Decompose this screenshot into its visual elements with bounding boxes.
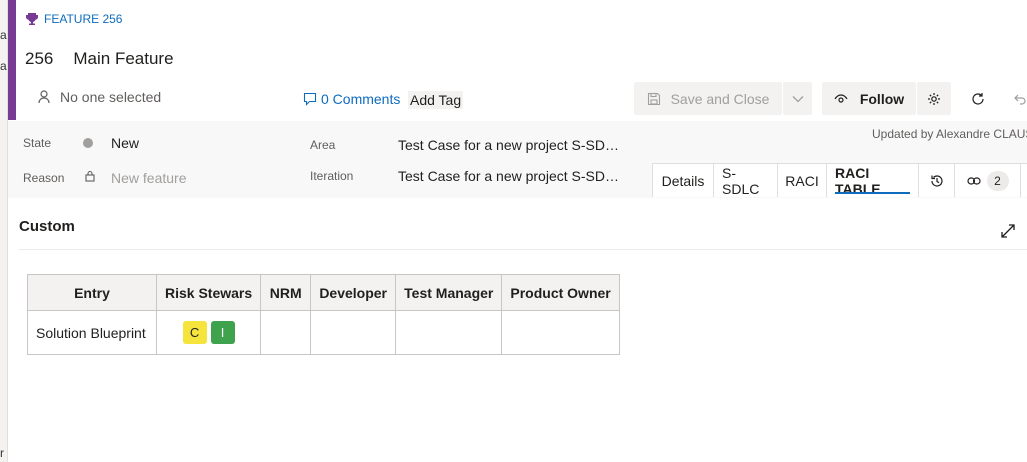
tab-history[interactable] bbox=[918, 163, 954, 197]
risk-stewars-cell[interactable]: CI bbox=[155, 310, 262, 355]
refresh-button[interactable] bbox=[963, 82, 993, 115]
tab-bar: Details S-SDLC RACI RACI TABLE 2 bbox=[652, 163, 1027, 197]
add-tag-button[interactable]: Add Tag bbox=[408, 91, 464, 109]
work-item-type-label: FEATURE 256 bbox=[44, 12, 123, 26]
background-text: a bbox=[0, 59, 7, 73]
follow-label: Follow bbox=[859, 90, 905, 107]
raci-chip-consulted[interactable]: C bbox=[182, 321, 207, 344]
product-owner-cell[interactable] bbox=[501, 310, 620, 355]
save-icon bbox=[647, 92, 660, 105]
tab-details[interactable]: Details bbox=[652, 163, 713, 197]
reason-field: New feature bbox=[111, 170, 187, 186]
work-item-header: FEATURE 256 256 Main Feature No one sele… bbox=[16, 0, 1027, 121]
left-background-strip: a a r bbox=[0, 0, 8, 462]
trophy-icon bbox=[26, 13, 38, 25]
tab-s-sdlc[interactable]: S-SDLC bbox=[713, 163, 777, 197]
developer-cell[interactable] bbox=[310, 310, 397, 355]
column-header-test-manager: Test Manager bbox=[395, 274, 503, 311]
column-header-product-owner: Product Owner bbox=[501, 274, 620, 311]
iteration-field[interactable]: Test Case for a new project S-SD… bbox=[398, 168, 619, 184]
assignee-picker[interactable]: No one selected bbox=[38, 89, 161, 105]
area-label: Area bbox=[310, 138, 336, 152]
tab-overflow[interactable] bbox=[1020, 163, 1027, 197]
undo-icon bbox=[1014, 94, 1026, 105]
refresh-icon bbox=[972, 92, 984, 105]
lock-icon bbox=[85, 170, 95, 182]
raci-chip-informed[interactable]: I bbox=[210, 321, 235, 344]
iteration-label: Iteration bbox=[310, 169, 354, 183]
chevron-down-icon bbox=[792, 95, 803, 102]
links-count-badge: 2 bbox=[986, 170, 1009, 191]
work-item-type-accent-bar bbox=[8, 0, 16, 120]
tab-links[interactable]: 2 bbox=[954, 163, 1020, 197]
follow-button[interactable]: Follow bbox=[822, 82, 916, 115]
save-options-dropdown[interactable] bbox=[783, 82, 812, 115]
background-text: r bbox=[0, 446, 4, 460]
section-title: Custom bbox=[19, 218, 75, 235]
reason-label: Reason bbox=[23, 171, 65, 185]
link-icon bbox=[966, 176, 981, 185]
tab-raci[interactable]: RACI bbox=[777, 163, 826, 197]
column-header-developer: Developer bbox=[310, 274, 397, 311]
title-row: 256 Main Feature bbox=[25, 49, 174, 69]
expand-icon[interactable] bbox=[1000, 223, 1016, 239]
nrm-cell[interactable] bbox=[260, 310, 312, 355]
column-header-entry: Entry bbox=[27, 274, 157, 311]
test-manager-cell[interactable] bbox=[395, 310, 503, 355]
area-field[interactable]: Test Case for a new project S-SD… bbox=[398, 137, 619, 153]
column-header-nrm: NRM bbox=[260, 274, 312, 311]
assignee-value: No one selected bbox=[60, 89, 162, 105]
column-header-risk-stewars: Risk Stewars bbox=[155, 274, 262, 311]
state-indicator-dot bbox=[83, 138, 93, 148]
history-icon bbox=[930, 174, 943, 187]
tab-raci-table[interactable]: RACI TABLE bbox=[826, 163, 918, 197]
section-divider bbox=[19, 249, 1027, 250]
table-header-row: Entry Risk Stewars NRM Developer Test Ma… bbox=[27, 274, 620, 311]
raci-table: Entry Risk Stewars NRM Developer Test Ma… bbox=[27, 274, 620, 355]
comment-icon bbox=[303, 92, 317, 106]
work-item-title[interactable]: Main Feature bbox=[73, 49, 173, 69]
work-item-type: FEATURE 256 bbox=[26, 12, 122, 26]
comments-link[interactable]: 0 Comments bbox=[303, 91, 400, 107]
comments-count: 0 Comments bbox=[321, 91, 401, 107]
save-and-close-label: Save and Close bbox=[670, 90, 770, 107]
table-row: Solution Blueprint CI bbox=[27, 310, 620, 355]
gear-icon bbox=[928, 92, 940, 105]
updated-by-text: Updated by Alexandre CLAUS bbox=[872, 127, 1027, 141]
background-text: a bbox=[0, 28, 7, 42]
state-label: State bbox=[23, 136, 52, 150]
undo-button[interactable] bbox=[1010, 82, 1027, 115]
save-and-close-button[interactable]: Save and Close bbox=[634, 82, 782, 115]
work-item-id: 256 bbox=[25, 49, 54, 68]
settings-button[interactable] bbox=[917, 82, 951, 115]
person-icon bbox=[38, 90, 50, 104]
eye-icon bbox=[834, 93, 848, 103]
entry-cell: Solution Blueprint bbox=[27, 310, 157, 355]
state-field[interactable]: New bbox=[111, 135, 139, 151]
